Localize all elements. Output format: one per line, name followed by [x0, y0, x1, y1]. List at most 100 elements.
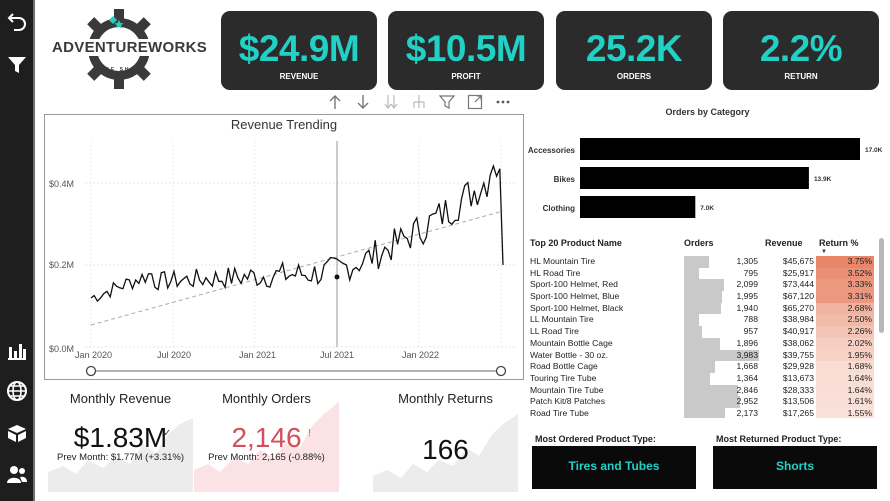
column-header-return[interactable]: Return % [819, 238, 859, 248]
cell-product: Sport-100 Helmet, Black [530, 302, 624, 313]
most-ordered-card[interactable]: Tires and Tubes [532, 446, 696, 489]
arrow-down-icon[interactable] [354, 93, 372, 111]
kpi-value: 2.2% [759, 28, 843, 69]
column-header-product[interactable]: Top 20 Product Name [530, 238, 622, 248]
cell-product: HL Road Tire [530, 267, 581, 278]
users-icon[interactable] [4, 461, 30, 487]
column-header-orders[interactable]: Orders [684, 238, 714, 248]
card-subtitle: Prev Month: $1.77M (+3.31%) [57, 452, 184, 463]
cell-return: 3.31% [847, 291, 872, 302]
table-row[interactable]: Sport-100 Helmet, Black 1,940 $65,270 2.68% [527, 302, 879, 315]
table-body: HL Mountain Tire 1,305 $45,675 3.75% HL Road… [527, 256, 879, 418]
most-returned-value: Shorts [775, 459, 814, 473]
cell-return: 2.02% [847, 337, 872, 348]
filter-icon[interactable] [4, 52, 30, 78]
back-icon[interactable] [4, 8, 30, 34]
logo-text: ADVENTUREWORKS [52, 39, 208, 56]
cell-orders: 795 [743, 267, 758, 278]
cell-orders: 1,940 [736, 302, 758, 313]
category-bar[interactable] [580, 138, 860, 160]
table-row[interactable]: Mountain Tire Tube 2,846 $28,333 1.64% [527, 384, 879, 397]
table-scrollbar[interactable] [879, 238, 884, 333]
cell-product: Water Bottle - 30 oz. [530, 349, 609, 360]
kpi-card-orders[interactable]: 25.2K ORDERS [556, 11, 712, 90]
cell-return: 1.64% [847, 384, 872, 395]
top-products-table[interactable]: Top 20 Product Name Orders Revenue Retur… [527, 236, 885, 418]
category-bar[interactable] [580, 196, 696, 218]
cell-revenue: $29,928 [782, 361, 814, 372]
nav-rail [0, 0, 33, 501]
focus-mode-icon[interactable] [466, 93, 484, 111]
cell-revenue: $65,270 [782, 302, 814, 313]
table-row[interactable]: LL Mountain Tire 788 $38,984 2.50% [527, 314, 879, 327]
cell-revenue: $67,120 [782, 291, 814, 302]
double-arrow-down-icon[interactable] [382, 93, 400, 111]
data-label: 13.9K [814, 176, 832, 183]
arrow-up-icon[interactable] [326, 93, 344, 111]
cell-return: 1.68% [847, 361, 872, 372]
most-returned-card[interactable]: Shorts [713, 446, 877, 489]
table-row[interactable]: Road Bottle Cage 1,668 $29,928 1.68% [527, 361, 879, 373]
orders-by-category-chart[interactable]: Accessories 17.0K Bikes 13.9K Clothing 7.0K [525, 132, 885, 232]
cell-product: Patch Kit/8 Patches [530, 396, 605, 407]
table-row[interactable]: Road Tire Tube 2,173 $17,265 1.55% [527, 407, 879, 418]
expand-hierarchy-icon[interactable] [410, 93, 428, 111]
cell-product: HL Mountain Tire [530, 256, 596, 266]
kpi-card-return[interactable]: 2.2% RETURN [723, 11, 879, 90]
most-ordered-label: Most Ordered Product Type: [535, 434, 656, 444]
monthly-revenue-card[interactable]: Monthly Revenue $1.83M ✓ Prev Month: $1.… [48, 384, 193, 492]
card-value: 2,146 [231, 422, 302, 453]
data-label: 17.0K [865, 147, 883, 154]
hover-point [334, 274, 340, 280]
table-row[interactable]: LL Road Tire 957 $40,917 2.26% [527, 326, 879, 338]
category-bar[interactable] [580, 167, 809, 189]
kpi-card-revenue[interactable]: $24.9M REVENUE [221, 11, 377, 90]
revenue-trend-chart[interactable]: Revenue Trending $0.0M $0.2M $0.4M Jan 2… [44, 114, 524, 380]
monthly-orders-card[interactable]: Monthly Orders 2,146 ! Prev Month: 2,165… [194, 384, 339, 492]
trend-check-icon: ✓ [163, 428, 172, 439]
cell-orders: 1,305 [736, 256, 758, 266]
table-row[interactable]: Water Bottle - 30 oz. 3,983 $39,755 1.95% [527, 349, 879, 362]
kpi-value: $24.9M [238, 28, 360, 69]
range-slider-start-handle[interactable] [85, 365, 97, 377]
table-row[interactable]: Sport-100 Helmet, Red 2,099 $73,444 3.33% [527, 279, 879, 292]
y-tick-label: $0.0M [49, 344, 74, 354]
table-row[interactable]: Patch Kit/8 Patches 2,952 $13,506 1.61% [527, 396, 879, 408]
cell-return: 1.64% [847, 372, 872, 383]
more-options-icon[interactable] [494, 93, 512, 111]
cell-return: 1.61% [847, 396, 872, 407]
cell-orders: 788 [743, 314, 758, 325]
cell-product: Touring Tire Tube [530, 372, 597, 383]
card-title: Monthly Revenue [69, 391, 172, 406]
globe-icon[interactable] [4, 378, 30, 404]
kpi-label: PROFIT [451, 72, 481, 81]
table-row[interactable]: HL Road Tire 795 $25,917 3.52% [527, 267, 879, 280]
monthly-returns-card[interactable]: Monthly Returns 166 [373, 384, 518, 492]
box-icon[interactable] [4, 420, 30, 446]
most-ordered-value: Tires and Tubes [568, 459, 660, 473]
table-row[interactable]: Touring Tire Tube 1,364 $13,673 1.64% [527, 372, 879, 385]
rail-divider [33, 0, 35, 501]
table-row[interactable]: Mountain Bottle Cage 1,896 $38,062 2.02% [527, 337, 879, 350]
cell-revenue: $28,333 [782, 384, 814, 395]
table-row[interactable]: HL Mountain Tire 1,305 $45,675 3.75% [527, 256, 879, 268]
x-tick-label: Jul 2021 [320, 350, 354, 360]
table-row[interactable]: Sport-100 Helmet, Blue 1,995 $67,120 3.31% [527, 291, 879, 303]
x-tick-label: Jan 2020 [75, 350, 112, 360]
column-header-revenue[interactable]: Revenue [765, 238, 803, 248]
cell-revenue: $17,265 [782, 407, 814, 418]
cell-product: LL Road Tire [530, 326, 579, 337]
range-slider-end-handle[interactable] [495, 365, 507, 377]
cell-revenue: $25,917 [782, 267, 814, 278]
kpi-card-profit[interactable]: $10.5M PROFIT [388, 11, 544, 90]
cell-orders: 2,099 [736, 279, 758, 290]
cell-product: Mountain Tire Tube [530, 384, 604, 395]
cell-return: 2.68% [847, 302, 872, 313]
report-canvas: ADVENTUREWORKS BIKE SHOP $24.9M REVENUE … [0, 0, 890, 501]
bar-chart-icon[interactable] [4, 337, 30, 363]
cell-return: 2.50% [847, 314, 872, 325]
filter-icon[interactable] [438, 93, 456, 111]
cell-revenue: $73,444 [782, 279, 814, 290]
card-value: 166 [422, 434, 469, 465]
cell-return: 3.33% [847, 279, 872, 290]
